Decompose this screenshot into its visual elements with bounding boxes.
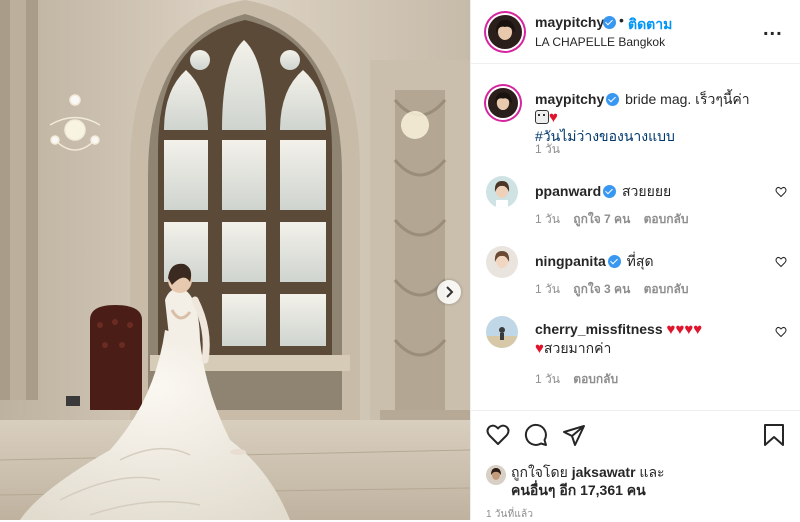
avatar[interactable] <box>486 246 518 278</box>
red-heart-emoji-icon: ♥ <box>693 321 703 338</box>
avatar-image <box>488 15 522 49</box>
avatar-image <box>488 88 518 118</box>
likes-and: และ <box>639 464 665 480</box>
comment-time[interactable]: 1 วัน <box>535 282 560 296</box>
comment-text: สวยยยย <box>622 183 672 199</box>
liker-username[interactable]: jaksawatr <box>572 464 636 480</box>
like-comment-heart-icon[interactable] <box>775 326 787 338</box>
caption-text: bride mag. เร็วๆนี้ค่า <box>625 91 750 107</box>
caption-username[interactable]: maypitchy <box>535 91 604 107</box>
comment-text-block: ningpanita ที่สุด <box>535 252 767 270</box>
comment-username[interactable]: ningpanita <box>535 253 606 269</box>
comment-icon[interactable] <box>524 423 548 447</box>
post-header: maypitchy • ติดตาม LA CHAPELLE Bangkok .… <box>471 0 800 64</box>
reply-button[interactable]: ตอบกลับ <box>644 212 689 226</box>
comment-text: สวยมากค่า <box>543 340 612 356</box>
post-photo[interactable] <box>0 0 470 520</box>
comment-time[interactable]: 1 วัน <box>535 372 560 386</box>
comment-text: ที่สุด <box>626 253 654 269</box>
share-icon[interactable] <box>562 423 586 447</box>
location-link[interactable]: LA CHAPELLE Bangkok <box>535 35 665 49</box>
avatar[interactable] <box>488 88 518 118</box>
verified-badge-icon <box>603 16 616 29</box>
comment-time[interactable]: 1 วัน <box>535 212 560 226</box>
avatar-image <box>486 316 518 348</box>
red-heart-emoji-icon: ♥ <box>684 321 694 338</box>
avatar[interactable] <box>488 15 522 49</box>
more-options-button[interactable]: ... <box>763 18 783 41</box>
red-heart-emoji-icon: ♥ <box>535 340 544 357</box>
comment-meta: 1 วัน ตอบกลับ <box>535 370 628 389</box>
comment-username[interactable]: ppanward <box>535 183 601 199</box>
post-actions: ถูกใจโดย jaksawatr และ คนอื่นๆ อีก 17,36… <box>471 410 800 520</box>
reply-button[interactable]: ตอบกลับ <box>573 372 618 386</box>
comment-text-block: ppanward สวยยยย <box>535 182 767 200</box>
likes-prefix: ถูกใจโดย <box>511 464 568 480</box>
bookmark-icon[interactable] <box>763 423 785 447</box>
verified-badge-icon <box>607 255 621 268</box>
likes-others-link[interactable]: คนอื่นๆ อีก 17,361 คน <box>511 482 646 498</box>
chevron-right-icon <box>446 286 454 298</box>
like-comment-heart-icon[interactable] <box>775 256 787 268</box>
red-heart-emoji-icon: ♥ <box>549 109 558 126</box>
avatar[interactable] <box>486 176 518 208</box>
ghost-emoji-icon <box>535 110 549 124</box>
comment-meta: 1 วัน ถูกใจ 7 คน ตอบกลับ <box>535 210 699 229</box>
comment-meta: 1 วัน ถูกใจ 3 คน ตอบกลับ <box>535 280 699 299</box>
comment-text-block: cherry_missfitness ♥♥♥♥ ♥สวยมากค่า <box>535 320 767 358</box>
post-side-panel: maypitchy • ติดตาม LA CHAPELLE Bangkok .… <box>470 0 800 520</box>
header-username[interactable]: maypitchy <box>535 14 604 30</box>
comment-username[interactable]: cherry_missfitness <box>535 321 663 337</box>
liker-avatar[interactable] <box>486 465 506 485</box>
like-comment-heart-icon[interactable] <box>775 186 787 198</box>
instagram-post: maypitchy • ติดตาม LA CHAPELLE Bangkok .… <box>0 0 800 520</box>
caption-meta: 1 วัน <box>535 140 570 159</box>
avatar[interactable] <box>486 316 518 348</box>
avatar-image <box>486 176 518 208</box>
comments-list: maypitchy bride mag. เร็วๆนี้ค่า ♥ #วันไ… <box>471 64 800 410</box>
caption-time[interactable]: 1 วัน <box>535 142 560 156</box>
red-heart-emoji-icon: ♥ <box>675 321 685 338</box>
separator-dot: • <box>619 12 624 28</box>
verified-badge-icon <box>603 185 617 198</box>
comment-likes[interactable]: ถูกใจ 3 คน <box>573 282 630 296</box>
bride-photo-image <box>0 0 470 520</box>
likes-summary: ถูกใจโดย jaksawatr และ คนอื่นๆ อีก 17,36… <box>511 463 665 499</box>
avatar-image <box>486 246 518 278</box>
heart-icon[interactable] <box>486 423 510 447</box>
comment-likes[interactable]: ถูกใจ 7 คน <box>573 212 630 226</box>
next-photo-button[interactable] <box>437 280 461 304</box>
reply-button[interactable]: ตอบกลับ <box>644 282 689 296</box>
caption-text-block: maypitchy bride mag. เร็วๆนี้ค่า ♥ #วันไ… <box>535 90 767 145</box>
verified-badge-icon <box>606 93 620 106</box>
follow-button[interactable]: ติดตาม <box>628 14 672 36</box>
avatar-image <box>486 465 506 485</box>
